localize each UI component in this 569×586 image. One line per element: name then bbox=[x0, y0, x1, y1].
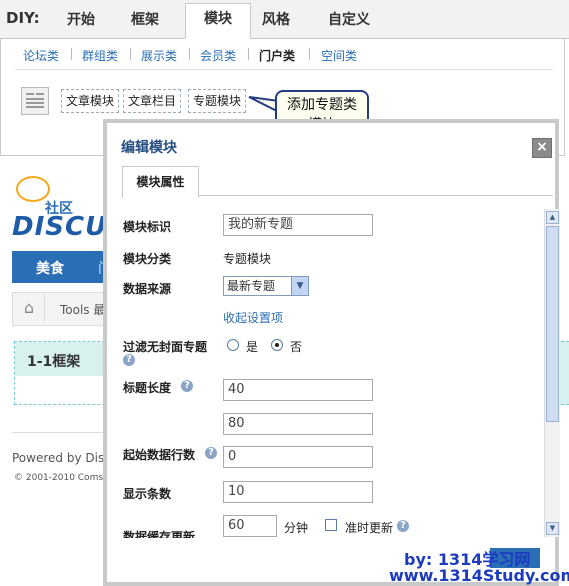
module-category-label: 模块分类 bbox=[123, 252, 172, 266]
category-forum[interactable]: 论坛类 bbox=[23, 47, 59, 64]
divider bbox=[15, 69, 553, 70]
edit-module-dialog: 编辑模块 × 模块属性 模块标识 我的新专题 模块分类 专题模块 数据来源 最新… bbox=[103, 119, 560, 586]
callout-line1: 添加专题类 bbox=[287, 97, 357, 113]
filter-no-cover-label: 过滤无封面专题 bbox=[123, 340, 208, 354]
data-source-value: 最新专题 bbox=[227, 279, 276, 293]
scroll-up-icon[interactable]: ▲ bbox=[546, 211, 559, 224]
help-icon[interactable]: ? bbox=[397, 520, 409, 532]
category-space[interactable]: 空间类 bbox=[321, 47, 357, 64]
diy-toolbar: DIY: 开始 框架 模块 风格 自定义 bbox=[0, 0, 569, 39]
cache-row-clip: 数据缓存更新 60 分钟 准时更新 ? bbox=[107, 511, 544, 538]
module-article-column[interactable]: 文章栏目 bbox=[123, 89, 182, 113]
nav-item-food[interactable]: 美食 bbox=[36, 258, 64, 278]
close-icon[interactable]: × bbox=[532, 138, 552, 158]
filter-no-radio[interactable] bbox=[271, 339, 283, 351]
frame-title: 1-1框架 bbox=[27, 354, 81, 370]
separator bbox=[189, 48, 190, 60]
summary-length-input[interactable]: 80 bbox=[223, 413, 373, 435]
display-count-input[interactable]: 10 bbox=[223, 481, 373, 503]
cache-update-label: 数据缓存更新 bbox=[123, 530, 196, 538]
chevron-down-icon[interactable]: ▼ bbox=[291, 277, 308, 295]
tab-frame[interactable]: 框架 bbox=[131, 9, 159, 29]
realtime-update-checkbox[interactable] bbox=[325, 519, 337, 531]
dialog-title: 编辑模块 bbox=[121, 140, 177, 156]
cache-unit-label: 分钟 bbox=[284, 521, 309, 535]
filter-no-label: 否 bbox=[290, 340, 303, 354]
dialog-scrollbar[interactable]: ▲ ▼ bbox=[544, 209, 560, 537]
module-topic[interactable]: 专题模块 bbox=[188, 89, 247, 113]
start-row-input[interactable]: 0 bbox=[223, 446, 373, 468]
module-category-value: 专题模块 bbox=[223, 252, 272, 266]
scrollbar-thumb[interactable] bbox=[546, 226, 559, 422]
start-row-label: 起始数据行数 bbox=[123, 448, 196, 462]
home-icon[interactable]: ⌂ bbox=[14, 294, 45, 322]
help-icon[interactable]: ? bbox=[205, 447, 217, 459]
divider bbox=[12, 432, 108, 433]
tab-module-properties[interactable]: 模块属性 bbox=[122, 166, 199, 198]
category-display[interactable]: 展示类 bbox=[141, 47, 177, 64]
category-member[interactable]: 会员类 bbox=[200, 47, 236, 64]
help-icon[interactable]: ? bbox=[123, 354, 135, 366]
module-id-input[interactable]: 我的新专题 bbox=[223, 214, 373, 236]
tab-custom[interactable]: 自定义 bbox=[328, 9, 370, 29]
realtime-update-label: 准时更新 bbox=[345, 521, 394, 535]
title-length-label: 标题长度 bbox=[123, 381, 172, 395]
display-count-label: 显示条数 bbox=[123, 487, 172, 501]
cache-minutes-input[interactable]: 60 bbox=[223, 515, 277, 537]
help-icon[interactable]: ? bbox=[181, 380, 193, 392]
module-article[interactable]: 文章模块 bbox=[61, 89, 120, 113]
diy-label: DIY: bbox=[6, 9, 40, 27]
filter-yes-radio[interactable] bbox=[227, 339, 239, 351]
collapse-settings-link[interactable]: 收起设置项 bbox=[223, 309, 283, 326]
tab-module[interactable]: 模块 bbox=[185, 3, 251, 39]
watermark-line2: www.1314Study.com bbox=[389, 566, 569, 585]
title-length-input[interactable]: 40 bbox=[223, 379, 373, 401]
tab-style[interactable]: 风格 bbox=[262, 9, 290, 29]
separator bbox=[130, 48, 131, 60]
data-source-select[interactable]: 最新专题 ▼ bbox=[223, 276, 309, 296]
separator bbox=[309, 48, 310, 60]
scroll-down-icon[interactable]: ▼ bbox=[546, 522, 559, 535]
separator bbox=[248, 48, 249, 60]
category-portal[interactable]: 门户类 bbox=[259, 47, 295, 64]
separator bbox=[71, 48, 72, 60]
tab-start[interactable]: 开始 bbox=[67, 9, 95, 29]
data-source-label: 数据来源 bbox=[123, 282, 172, 296]
category-group[interactable]: 群组类 bbox=[82, 47, 118, 64]
module-id-label: 模块标识 bbox=[123, 220, 172, 234]
filter-yes-label: 是 bbox=[246, 340, 259, 354]
module-group-icon bbox=[21, 87, 49, 115]
